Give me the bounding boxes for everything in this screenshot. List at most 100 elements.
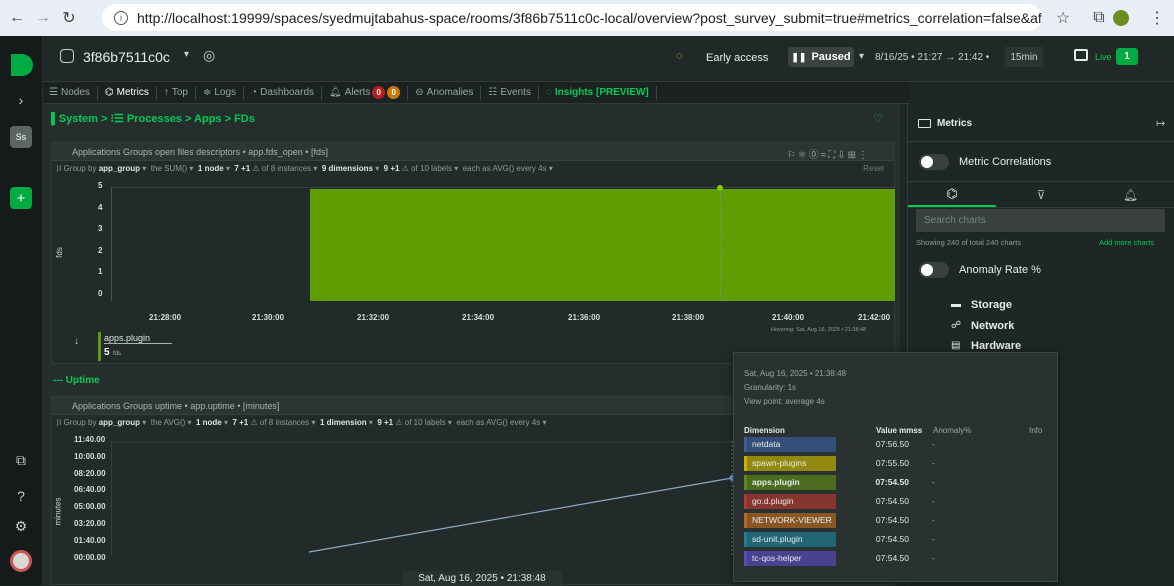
paused-label: Paused (811, 51, 851, 63)
tab-divider (407, 85, 409, 100)
tab-top[interactable]: ↑ Top (158, 82, 194, 104)
tab-alerts[interactable]: 🔔︎ Alerts 0 0 (323, 82, 406, 104)
metrics-tab-icon[interactable]: ⌬ (908, 182, 996, 207)
instances-filter[interactable]: of 8 instances (260, 418, 309, 427)
extensions-icon[interactable]: ⧉ (1086, 5, 1112, 31)
tab-insights[interactable]: ◌ Insights [PREVIEW] (540, 82, 655, 104)
x-tick-label: 21:32:00 (357, 313, 390, 322)
space-avatar[interactable]: Ss (10, 126, 32, 148)
dimensions-filter[interactable]: 1 dimension (320, 418, 367, 427)
tab-logs[interactable]: ≑ Logs (197, 82, 242, 104)
node-settings-icon[interactable]: ◎ (203, 47, 215, 64)
chart-toolbar-icons[interactable]: ⚐⚛⓪≈⛶⇩⊞⋮ (787, 146, 870, 161)
duration-badge[interactable]: 15min (1005, 47, 1043, 67)
groupby-bar[interactable]: ⟩I Group by app_group ▾ the SUM() ▾ 1 no… (52, 161, 894, 175)
back-icon[interactable]: ← (4, 5, 30, 31)
tab-events[interactable]: ☷ Events (482, 82, 537, 104)
hover-line (720, 187, 721, 301)
alerts-tab-bell-icon[interactable]: 🔔︎ (1086, 182, 1174, 207)
tab-anomalies[interactable]: ⊖ Anomalies (409, 82, 479, 104)
hover-tooltip: Sat, Aug 16, 2025 • 21:38:48 Granularity… (733, 352, 1058, 582)
instances-count[interactable]: 7 +1 (234, 164, 250, 173)
aggregation-fn[interactable]: the AVG() (151, 418, 186, 427)
early-access-link[interactable]: Early access (706, 52, 768, 64)
integrations-icon[interactable]: ⧉ (9, 448, 33, 472)
collapse-panel-icon[interactable]: ↦ (1156, 117, 1165, 130)
y-tick-label: 03:20.00 (74, 519, 106, 528)
labels-filter[interactable]: of 10 labels (405, 418, 446, 427)
live-count-badge[interactable]: 1 (1116, 48, 1138, 65)
groupby-value[interactable]: app_group (99, 164, 140, 173)
address-bar[interactable]: i http://localhost:19999/spaces/syedmujt… (102, 4, 1042, 31)
tab-divider (96, 85, 98, 100)
bell-icon: 🔔︎ (329, 87, 342, 98)
tab-label: Alerts (344, 87, 371, 98)
dimension-name: go.d.plugin (744, 494, 836, 509)
tab-divider (480, 85, 482, 100)
live-label[interactable]: Live (1095, 52, 1112, 62)
instances-filter[interactable]: of 8 instances (262, 164, 311, 173)
x-tick-label: 21:30:00 (252, 313, 285, 322)
critical-alerts-badge: 0 (372, 86, 386, 99)
expand-chevron-icon[interactable]: › (9, 88, 33, 112)
tab-divider (243, 85, 245, 100)
panel-tabs: ⌬ ⊽ 🔔︎ (908, 181, 1174, 208)
warning-icon: ⚠ (250, 417, 258, 427)
forward-icon[interactable]: → (30, 5, 56, 31)
groupby-value[interactable]: app_group (99, 418, 140, 427)
toc-item-storage[interactable]: Storage (971, 299, 1012, 311)
user-avatar[interactable] (10, 550, 32, 572)
site-info-icon[interactable]: i (114, 10, 128, 25)
profile-avatar[interactable] (1113, 10, 1129, 26)
y-tick-label: 4 (98, 202, 103, 212)
dimension-value: 07:54.50 (875, 553, 909, 563)
y-tick-label: 1 (98, 267, 103, 276)
netdata-logo[interactable] (11, 54, 33, 76)
help-icon[interactable]: ? (9, 484, 33, 508)
settings-gear-icon[interactable]: ⚙ (9, 514, 33, 538)
reload-icon[interactable]: ↻ (56, 5, 82, 31)
groupby-prefix: ⟩I Group by (56, 163, 97, 173)
add-space-button[interactable]: + (10, 187, 32, 209)
time-aggregation[interactable]: each as AVG() every 4s (456, 418, 540, 427)
bookmark-star-icon[interactable]: ☆ (1050, 5, 1076, 31)
labels-count[interactable]: 9 +1 (384, 164, 400, 173)
dimensions-filter[interactable]: 9 dimensions (322, 164, 373, 173)
labels-count[interactable]: 9 +1 (377, 418, 393, 427)
section-title-uptime: --- Uptime (53, 375, 100, 386)
dimension-value: 07:56.50 (875, 439, 909, 449)
instances-count[interactable]: 7 +1 (232, 418, 248, 427)
node-dropdown-chevron-icon[interactable]: ▾ (184, 49, 189, 60)
toc-item-network[interactable]: Network (971, 320, 1014, 332)
time-aggregation[interactable]: each as AVG() every 4s (463, 164, 547, 173)
legend-value: 5 (104, 347, 110, 358)
metric-correlations-toggle[interactable] (919, 154, 949, 170)
search-charts-input[interactable]: Search charts (916, 209, 1165, 232)
node-name[interactable]: 3f86b7511c0c (83, 49, 170, 65)
heart-icon[interactable]: ♡ (873, 112, 883, 125)
tab-divider (537, 85, 539, 100)
charts-count: Showing 240 of total 240 charts (916, 238, 1022, 247)
nodes-filter[interactable]: 1 node (198, 164, 224, 173)
tab-nodes[interactable]: ☰ Nodes (43, 82, 96, 104)
legend-dimension-name[interactable]: apps.plugin (104, 333, 173, 344)
labels-filter[interactable]: of 10 labels (411, 164, 452, 173)
anomaly-rate-toggle[interactable] (919, 262, 949, 278)
groupby-prefix: ⟩I Group by (56, 417, 97, 427)
paused-button[interactable]: ❚❚ Paused (788, 47, 854, 67)
time-dropdown-chevron-icon[interactable]: ▾ (859, 51, 864, 62)
nodes-filter[interactable]: 1 node (196, 418, 222, 427)
time-range[interactable]: 8/16/25 • 21:27 → 21:42 • (875, 52, 989, 63)
tab-dashboards[interactable]: ◔ Dashboards (245, 82, 320, 104)
legend-sort-arrow-icon[interactable]: ↓ (74, 336, 79, 347)
reset-button[interactable]: Reset (863, 164, 884, 173)
filter-tab-icon[interactable]: ⊽ (996, 182, 1086, 207)
aggregation-fn[interactable]: the SUM() (151, 164, 187, 173)
menu-kebab-icon[interactable]: ⋮ (1144, 5, 1170, 31)
tooltip-granularity: Granularity: 1s (744, 383, 797, 392)
add-more-charts-link[interactable]: Add more charts (1099, 238, 1154, 247)
plot-area[interactable] (111, 185, 895, 301)
breadcrumb[interactable]: ▌System > ⁝☰ Processes > Apps > FDs (51, 112, 255, 125)
toc-item-hardware[interactable]: Hardware (971, 340, 1021, 352)
tab-metrics[interactable]: ⌬ Metrics (99, 82, 155, 104)
